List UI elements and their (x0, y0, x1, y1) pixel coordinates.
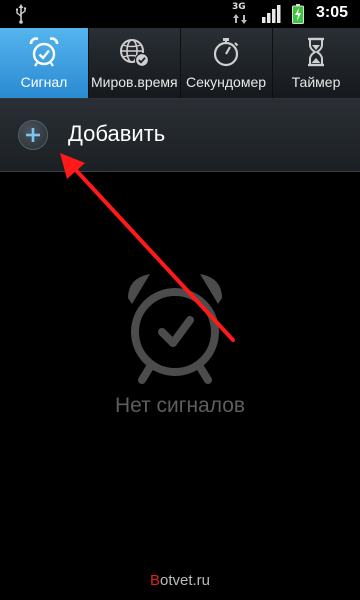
empty-state-message: Нет сигналов (114, 394, 246, 417)
tab-stopwatch[interactable]: Секундомер (180, 28, 273, 98)
tab-world-clock[interactable]: Миров.время (88, 28, 181, 98)
status-bar: 3G 3:05 (0, 0, 360, 28)
usb-icon (16, 4, 27, 24)
tab-label: Секундомер (185, 74, 267, 90)
tab-timer[interactable]: Таймер (272, 28, 360, 98)
tab-alarm[interactable]: Сигнал (0, 28, 89, 98)
signal-strength-icon (262, 5, 281, 23)
3g-data-icon: 3G (232, 2, 254, 26)
hourglass-icon (308, 37, 324, 67)
tab-label: Таймер (291, 74, 341, 90)
tab-label: Сигнал (20, 74, 68, 90)
world-clock-icon (120, 39, 150, 68)
alarm-clock-icon (128, 274, 222, 384)
data-arrows-icon (233, 14, 247, 24)
battery-charging-icon (292, 4, 304, 24)
watermark: Botvet.ru (0, 572, 360, 589)
network-type-label: 3G (232, 2, 246, 12)
tab-label: Миров.время (91, 74, 178, 90)
add-button[interactable] (18, 120, 48, 150)
status-clock: 3:05 (316, 4, 349, 21)
add-alarm-row[interactable]: Добавить (0, 99, 360, 172)
add-alarm-label[interactable]: Добавить (68, 121, 165, 147)
watermark-initial: B (149, 572, 160, 589)
stopwatch-icon (213, 38, 239, 67)
watermark-text: otvet.ru (159, 572, 211, 589)
alarm-clock-icon (29, 37, 59, 67)
plus-icon (26, 128, 40, 142)
tab-bar: Сигнал Миров.время Секундомер Таймер (0, 28, 360, 99)
